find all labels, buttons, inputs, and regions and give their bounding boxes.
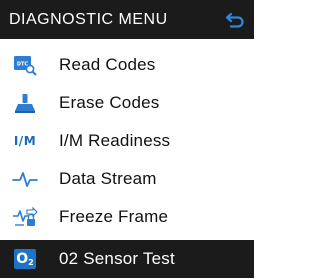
dtc-search-icon: DTC <box>9 53 41 77</box>
menu-item-label: Data Stream <box>59 169 157 188</box>
menu-item-read-codes[interactable]: DTC Read Codes <box>0 46 254 84</box>
menu-item-im-readiness[interactable]: I/M I/M Readiness <box>0 122 254 160</box>
o2-sensor-icon: O2 <box>9 247 41 271</box>
o2-icon-letter: O <box>16 251 29 267</box>
waveform-icon <box>9 167 41 191</box>
im-icon-text: I/M <box>13 134 37 148</box>
im-icon: I/M <box>9 129 41 153</box>
menu-item-data-stream[interactable]: Data Stream <box>0 160 254 198</box>
menu-item-label: Freeze Frame <box>59 207 169 226</box>
menu-item-erase-codes[interactable]: Erase Codes <box>0 84 254 122</box>
diagnostic-menu-screen: DIAGNOSTIC MENU DTC Read Codes Erase Cod… <box>0 0 254 279</box>
menu-item-freeze-frame[interactable]: Freeze Frame <box>0 198 254 236</box>
freeze-frame-icon <box>9 205 41 229</box>
back-arrow-icon[interactable] <box>224 10 246 30</box>
menu-item-label: I/M Readiness <box>59 131 171 150</box>
page-title: DIAGNOSTIC MENU <box>9 10 168 28</box>
diagnostic-menu-list: DTC Read Codes Erase Codes I/M I/M Readi… <box>0 46 254 278</box>
o2-icon-badge: O2 <box>14 249 36 269</box>
menu-item-label: 02 Sensor Test <box>59 249 175 268</box>
title-bar: DIAGNOSTIC MENU <box>0 0 254 39</box>
menu-item-o2-sensor-test[interactable]: O2 02 Sensor Test <box>0 240 254 278</box>
menu-item-label: Read Codes <box>59 55 156 74</box>
eraser-icon <box>9 91 41 115</box>
menu-item-label: Erase Codes <box>59 93 160 112</box>
